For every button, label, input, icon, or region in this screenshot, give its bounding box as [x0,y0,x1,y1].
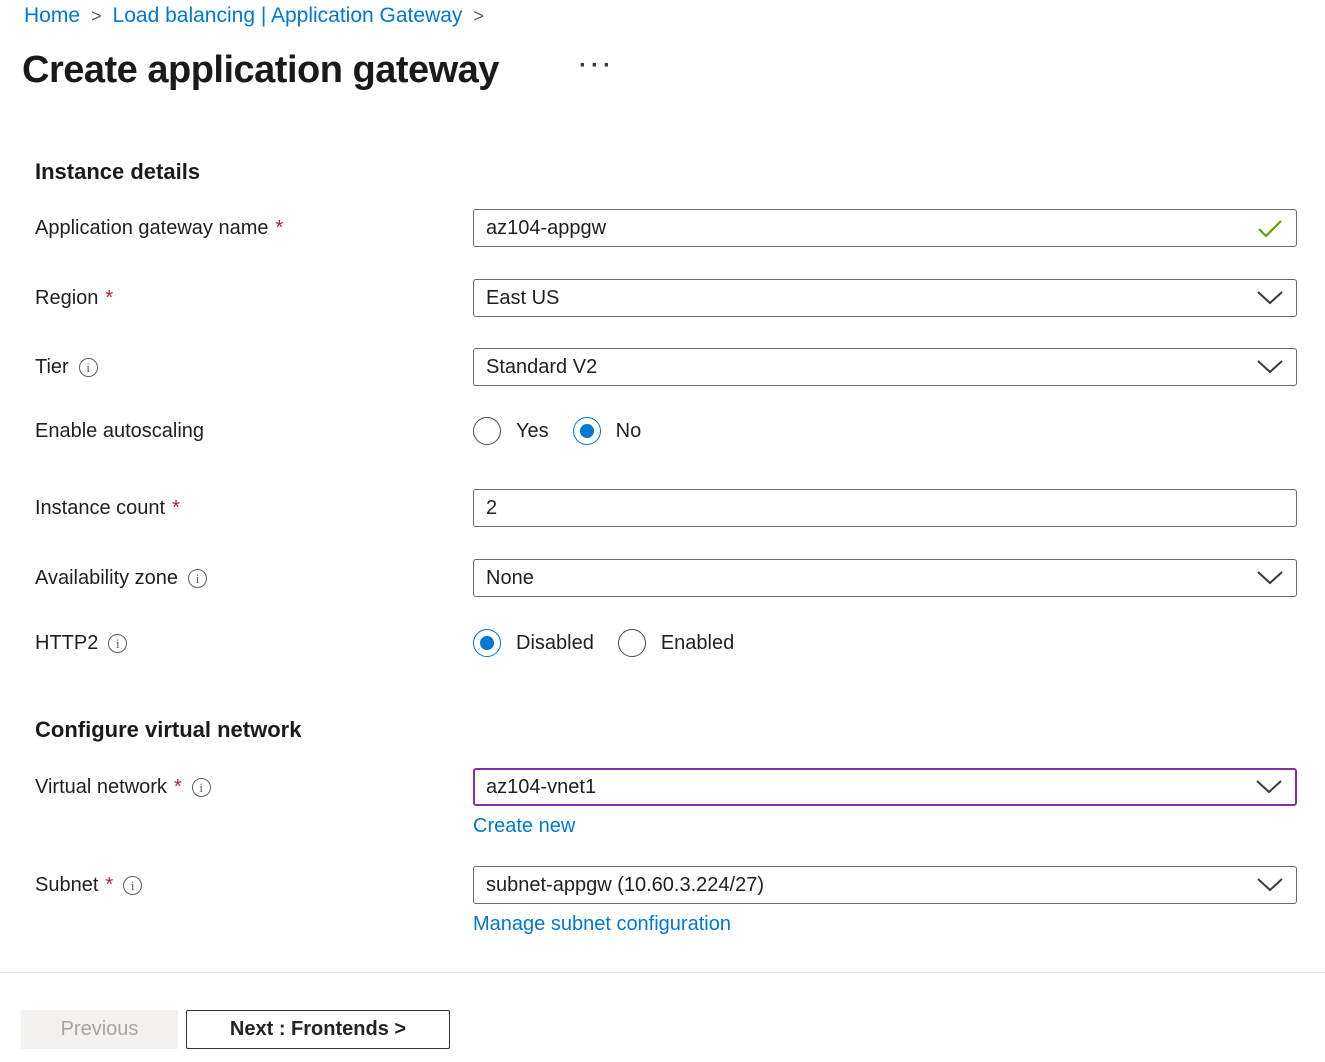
radio-button[interactable] [573,417,601,445]
http2-disabled-option[interactable]: Disabled [473,629,594,657]
create-new-link[interactable]: Create new [473,815,575,838]
breadcrumb-separator-icon: > [473,3,484,29]
required-asterisk: * [105,287,113,310]
virtual-network-label: Virtual network * i [35,768,211,806]
page-title: Create application gateway [22,49,499,92]
radio-label[interactable]: Disabled [516,632,594,655]
chevron-down-icon [1257,291,1283,305]
chevron-down-icon [1256,780,1282,794]
radio-button[interactable] [473,417,501,445]
required-asterisk: * [105,874,113,897]
info-icon[interactable]: i [79,358,98,377]
required-asterisk: * [174,776,182,799]
tier-value: Standard V2 [486,356,597,379]
label-text: Tier [35,356,69,379]
subnet-value: subnet-appgw (10.60.3.224/27) [486,874,764,897]
more-options-button[interactable]: ··· [579,54,615,78]
radio-label[interactable]: Yes [516,420,549,443]
breadcrumb: Home > Load balancing | Application Gate… [24,3,484,29]
chevron-down-icon [1257,878,1283,892]
availability-zone-value: None [486,567,534,590]
application-gateway-name-field [473,209,1297,247]
region-label: Region * [35,279,113,317]
label-text: Subnet [35,874,98,897]
availability-zone-label: Availability zone i [35,559,207,597]
radio-button[interactable] [618,629,646,657]
http2-label: HTTP2 i [35,629,127,657]
virtual-network-value: az104-vnet1 [486,776,596,799]
instance-count-input[interactable] [486,490,1248,526]
region-dropdown[interactable]: East US [473,279,1297,317]
application-gateway-name-label: Application gateway name * [35,209,283,247]
availability-zone-dropdown[interactable]: None [473,559,1297,597]
autoscaling-yes-option[interactable]: Yes [473,417,549,445]
radio-label[interactable]: Enabled [661,632,734,655]
http2-enabled-option[interactable]: Enabled [618,629,734,657]
label-text: Application gateway name [35,217,268,240]
label-text: Virtual network [35,776,167,799]
label-text: Enable autoscaling [35,420,204,443]
footer-divider [0,972,1325,973]
instance-count-label: Instance count * [35,489,180,527]
subnet-label: Subnet * i [35,866,142,904]
application-gateway-name-input[interactable] [486,210,1248,246]
virtual-network-dropdown[interactable]: az104-vnet1 [473,768,1297,806]
create-application-gateway-page: Home > Load balancing | Application Gate… [0,0,1325,1062]
subnet-dropdown[interactable]: subnet-appgw (10.60.3.224/27) [473,866,1297,904]
enable-autoscaling-label: Enable autoscaling [35,417,204,445]
enable-autoscaling-radio-group: Yes No [473,417,1297,445]
radio-label[interactable]: No [616,420,642,443]
breadcrumb-link-load-balancing-application-gateway[interactable]: Load balancing | Application Gateway [113,3,463,29]
tier-dropdown[interactable]: Standard V2 [473,348,1297,386]
valid-check-icon [1257,218,1283,238]
radio-button[interactable] [473,629,501,657]
http2-radio-group: Disabled Enabled [473,629,1297,657]
previous-button[interactable]: Previous [21,1010,178,1049]
required-asterisk: * [275,217,283,240]
required-asterisk: * [172,497,180,520]
chevron-down-icon [1257,360,1283,374]
info-icon[interactable]: i [108,634,127,653]
next-frontends-button[interactable]: Next : Frontends > [186,1010,450,1049]
label-text: Availability zone [35,567,178,590]
section-heading-configure-virtual-network: Configure virtual network [35,717,301,743]
section-heading-instance-details: Instance details [35,159,200,185]
tier-label: Tier i [35,348,98,386]
breadcrumb-link-home[interactable]: Home [24,3,80,29]
info-icon[interactable]: i [192,778,211,797]
autoscaling-no-option[interactable]: No [573,417,642,445]
breadcrumb-separator-icon: > [91,3,102,29]
info-icon[interactable]: i [188,569,207,588]
instance-count-field [473,489,1297,527]
chevron-down-icon [1257,571,1283,585]
label-text: HTTP2 [35,632,98,655]
region-value: East US [486,287,559,310]
label-text: Instance count [35,497,165,520]
label-text: Region [35,287,98,310]
manage-subnet-configuration-link[interactable]: Manage subnet configuration [473,913,731,936]
info-icon[interactable]: i [123,876,142,895]
